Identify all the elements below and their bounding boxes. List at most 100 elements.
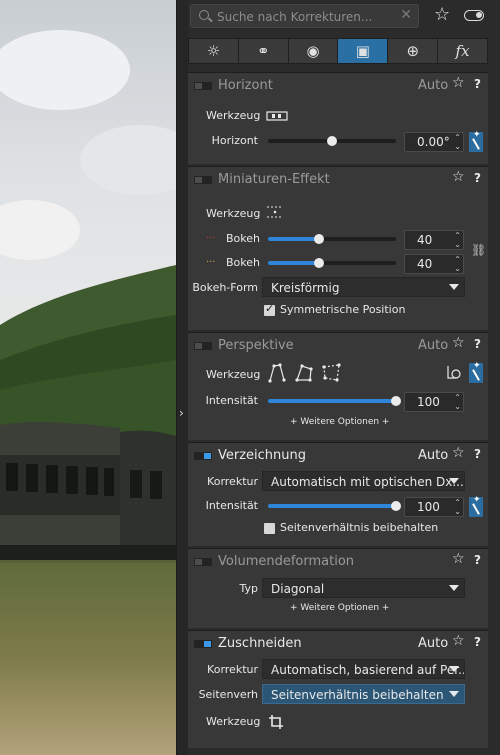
section-header[interactable]: Perspektive Auto ☆ ? <box>188 333 488 357</box>
star-icon[interactable]: ☆ <box>452 75 465 91</box>
bokeh1-slider[interactable] <box>268 234 396 244</box>
section-title: Perspektive <box>218 338 294 353</box>
photo-preview[interactable] <box>0 0 176 755</box>
intensity-slider[interactable] <box>268 396 401 406</box>
chevron-down-icon <box>449 691 459 697</box>
section-perspektive: Perspektive Auto ☆ ? Werkzeug Intensität… <box>188 332 488 440</box>
bokeh-form-dropdown[interactable]: Kreisförmig <box>262 277 465 297</box>
star-icon[interactable]: ☆ <box>452 335 465 351</box>
tab-fx[interactable]: fx <box>438 39 487 63</box>
dotted-orange-icon: ··· <box>206 257 216 268</box>
auto-wand-icon[interactable] <box>469 130 483 152</box>
section-header[interactable]: Volumendeformation ☆ ? <box>188 549 488 573</box>
detail-icon: ◉ <box>306 42 320 60</box>
help-icon[interactable]: ? <box>474 77 481 91</box>
local-icon: ⊕ <box>406 42 420 60</box>
bokeh1-value[interactable]: 40 ⌃ ⌄ <box>404 230 464 250</box>
toggle-icon[interactable] <box>464 10 484 21</box>
slider-knob[interactable] <box>391 501 401 511</box>
intensity-label: Intensität <box>205 394 258 407</box>
intensity-value[interactable]: 100 ⌃ ⌄ <box>404 497 464 517</box>
slider-fill <box>268 399 396 403</box>
slider-knob[interactable] <box>314 258 325 268</box>
help-icon[interactable]: ? <box>474 337 481 351</box>
tab-detail[interactable]: ◉ <box>289 39 339 63</box>
section-header[interactable]: Verzeichnung Auto ☆ ? <box>188 443 488 467</box>
intensity-value[interactable]: 100 ⌃ ⌄ <box>404 392 464 412</box>
section-title: Miniaturen-Effekt <box>218 172 330 187</box>
horizon-tool-icon[interactable] <box>266 110 288 125</box>
enable-toggle[interactable] <box>194 82 212 90</box>
korrektur-dropdown[interactable]: Automatisch, basierend auf Per... <box>262 659 465 679</box>
star-icon[interactable]: ☆ <box>434 4 450 25</box>
clear-icon[interactable]: ✕ <box>400 7 412 23</box>
bokeh2-slider[interactable] <box>268 258 396 268</box>
seitenverh-dropdown[interactable]: Seitenverhältnis beibehalten <box>262 684 465 704</box>
help-icon[interactable]: ? <box>474 171 481 185</box>
help-icon[interactable]: ? <box>474 635 481 649</box>
panel-collapse-strip[interactable]: › <box>176 0 188 755</box>
slider-fill <box>268 237 320 241</box>
color-icon: ⚭ <box>256 42 270 60</box>
enable-toggle[interactable] <box>194 342 212 350</box>
slider-fill <box>268 261 320 265</box>
keep-ratio-checkbox[interactable] <box>264 523 275 534</box>
bokeh2-label: Bokeh <box>226 256 260 269</box>
star-icon[interactable]: ☆ <box>452 551 465 567</box>
korrektur-label: Korrektur <box>207 475 258 488</box>
horizont-slider[interactable] <box>268 136 396 146</box>
enable-toggle[interactable] <box>194 640 212 648</box>
slider-knob[interactable] <box>391 396 401 406</box>
auto-button[interactable]: Auto <box>418 448 448 463</box>
perspective-free-icon[interactable] <box>322 363 342 386</box>
auto-button[interactable]: Auto <box>418 78 448 93</box>
more-options-link[interactable]: + Weitere Optionen + <box>290 417 389 427</box>
search-icon <box>199 10 209 20</box>
tab-color[interactable]: ⚭ <box>239 39 289 63</box>
horizont-value[interactable]: 0.00° ⌃ ⌄ <box>404 132 464 152</box>
reset-tool-icon[interactable] <box>446 364 462 385</box>
star-icon[interactable]: ☆ <box>452 445 465 461</box>
auto-wand-icon[interactable] <box>469 361 483 383</box>
keep-ratio-label: Seitenverhältnis beibehalten <box>280 521 439 534</box>
perspective-4pt-icon[interactable] <box>294 363 314 386</box>
enable-toggle[interactable] <box>194 558 212 566</box>
miniature-tool-icon[interactable] <box>266 205 284 222</box>
korrektur-dropdown[interactable]: Automatisch mit optischen Dx... <box>262 471 465 491</box>
section-header[interactable]: Zuschneiden Auto ☆ ? <box>188 631 488 655</box>
link-icon[interactable]: ⛓ <box>471 243 486 257</box>
auto-button[interactable]: Auto <box>418 636 448 651</box>
enable-toggle[interactable] <box>194 176 212 184</box>
auto-wand-icon[interactable] <box>469 495 483 517</box>
seitenverh-label: Seitenverh <box>198 688 258 701</box>
chevron-right-icon[interactable]: › <box>179 405 184 421</box>
photo-image <box>0 0 176 755</box>
help-icon[interactable]: ? <box>474 447 481 461</box>
chevron-down-icon <box>449 585 459 591</box>
enable-toggle[interactable] <box>194 452 212 460</box>
search-box[interactable]: ✕ <box>190 4 419 28</box>
perspective-2pt-icon[interactable] <box>266 363 286 386</box>
crop-icon[interactable] <box>268 714 284 733</box>
auto-button[interactable]: Auto <box>418 338 448 353</box>
more-options-link[interactable]: + Weitere Optionen + <box>290 603 389 613</box>
star-icon[interactable]: ☆ <box>452 633 465 649</box>
section-header[interactable]: Miniaturen-Effekt ☆ ? <box>188 167 488 191</box>
symmetric-label: Symmetrische Position <box>280 303 406 316</box>
search-input[interactable] <box>217 8 387 25</box>
section-header[interactable]: Horizont Auto ☆ ? <box>188 73 488 97</box>
slider-knob[interactable] <box>327 136 337 146</box>
symmetric-checkbox[interactable] <box>264 302 275 316</box>
typ-dropdown[interactable]: Diagonal <box>262 578 465 598</box>
slider-knob[interactable] <box>314 234 325 244</box>
tab-local[interactable]: ⊕ <box>388 39 439 63</box>
section-volumendeformation: Volumendeformation ☆ ? Typ Diagonal + We… <box>188 548 488 628</box>
intensity-slider[interactable] <box>268 501 401 511</box>
bokeh2-value[interactable]: 40 ⌃ ⌄ <box>404 254 464 274</box>
tab-light[interactable]: ☼ <box>189 39 239 63</box>
help-icon[interactable]: ? <box>474 553 481 567</box>
star-icon[interactable]: ☆ <box>452 169 465 185</box>
tool-label: Werkzeug <box>206 109 261 122</box>
tab-geometry[interactable]: ▣ <box>338 39 389 63</box>
geometry-icon: ▣ <box>355 42 370 60</box>
